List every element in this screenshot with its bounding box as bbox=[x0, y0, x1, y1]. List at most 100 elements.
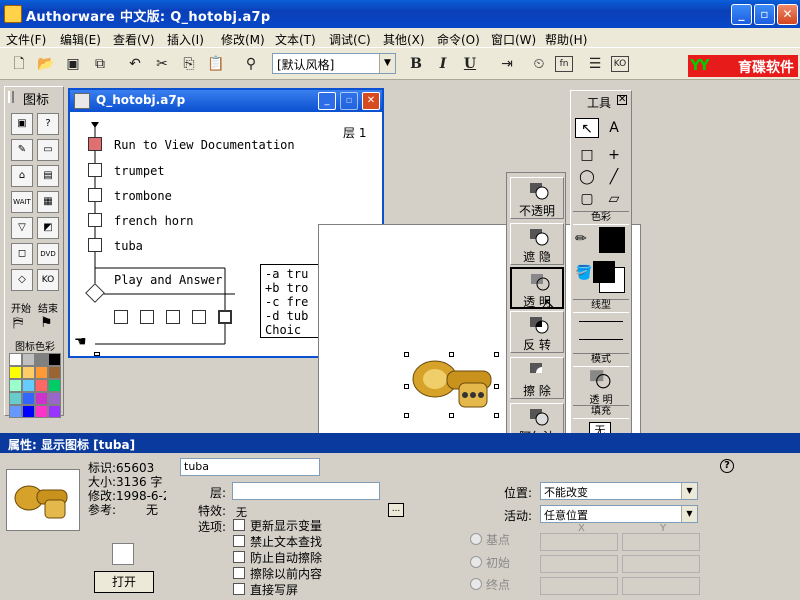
response-icon-selected[interactable] bbox=[218, 310, 232, 324]
menu-file[interactable]: 文件(F) bbox=[6, 31, 46, 48]
menu-command[interactable]: 命令(O) bbox=[437, 31, 480, 48]
icon-color-swatch[interactable] bbox=[35, 405, 48, 418]
icon-color-swatch[interactable] bbox=[48, 353, 61, 366]
display-icon[interactable]: ▣ bbox=[11, 113, 33, 135]
mode-opaque[interactable]: 不透明 bbox=[510, 177, 564, 219]
run-icon[interactable]: ⇥ bbox=[496, 53, 518, 75]
sound-icon[interactable]: ▦ bbox=[37, 191, 59, 213]
properties-header[interactable]: 属性: 显示图标 [tuba] bbox=[0, 433, 800, 453]
response-icon[interactable] bbox=[192, 310, 206, 324]
functions-icon[interactable]: fn bbox=[555, 56, 573, 72]
open-button[interactable]: 打开 bbox=[94, 571, 154, 593]
diagonal-line-tool-icon[interactable]: ╱ bbox=[602, 167, 626, 187]
foreground-color-swatch[interactable] bbox=[593, 261, 615, 283]
dvd-icon[interactable]: DVD bbox=[37, 243, 59, 265]
response-label[interactable]: -d tub bbox=[265, 309, 308, 323]
line-style-swatch[interactable] bbox=[579, 321, 623, 322]
flow-item-trombone[interactable]: trombone bbox=[114, 189, 172, 203]
icon-color-swatch[interactable] bbox=[35, 353, 48, 366]
import-icon[interactable]: ⧉ bbox=[89, 53, 111, 75]
knowledge-object-icon[interactable]: KO bbox=[37, 269, 59, 291]
icon-color-swatch[interactable] bbox=[22, 405, 35, 418]
update-variables-checkbox[interactable] bbox=[233, 519, 245, 531]
flow-item-french-horn[interactable]: french horn bbox=[114, 214, 193, 228]
menu-insert[interactable]: 插入(I) bbox=[167, 31, 204, 48]
selection-handle[interactable] bbox=[494, 384, 499, 389]
chevron-down-icon[interactable]: ▼ bbox=[681, 506, 697, 522]
direct-to-screen-checkbox[interactable] bbox=[233, 583, 245, 595]
icon-color-swatch[interactable] bbox=[35, 366, 48, 379]
icon-color-swatch[interactable] bbox=[9, 379, 22, 392]
selection-handle[interactable] bbox=[494, 352, 499, 357]
icon-color-swatch[interactable] bbox=[9, 392, 22, 405]
layer-field[interactable] bbox=[232, 482, 380, 500]
variables-icon[interactable]: ☰ bbox=[584, 53, 606, 75]
minimize-button[interactable]: _ bbox=[731, 4, 752, 25]
underline-button[interactable]: U bbox=[459, 53, 481, 75]
flowline-minimize-button[interactable]: _ bbox=[318, 92, 336, 110]
icon-color-swatch[interactable] bbox=[48, 392, 61, 405]
selection-handle[interactable] bbox=[404, 413, 409, 418]
effect-browse-button[interactable]: ... bbox=[388, 503, 404, 517]
tools-close-icon[interactable]: ✕ bbox=[617, 95, 627, 105]
maximize-button[interactable]: ▫ bbox=[754, 4, 775, 25]
selection-handle[interactable] bbox=[449, 352, 454, 357]
icon-color-swatch[interactable] bbox=[48, 405, 61, 418]
flow-item-trumpet[interactable]: trumpet bbox=[114, 164, 165, 178]
find-icon[interactable]: ⚲ bbox=[240, 53, 262, 75]
wait-icon[interactable]: WAIT bbox=[11, 191, 33, 213]
flow-item-run[interactable]: Run to View Documentation bbox=[114, 138, 295, 152]
rounded-rectangle-tool-icon[interactable]: ▢ bbox=[575, 189, 599, 209]
menu-window[interactable]: 窗口(W) bbox=[491, 31, 536, 48]
selection-handle[interactable] bbox=[494, 413, 499, 418]
text-tool-icon[interactable]: A bbox=[602, 118, 626, 138]
calculation-icon[interactable]: ▭ bbox=[37, 139, 59, 161]
icon-color-swatch[interactable] bbox=[9, 366, 22, 379]
menu-edit[interactable]: 编辑(E) bbox=[60, 31, 101, 48]
display-icon[interactable] bbox=[88, 188, 102, 202]
icon-color-swatch[interactable] bbox=[48, 366, 61, 379]
response-icon[interactable] bbox=[114, 310, 128, 324]
icon-color-swatch[interactable] bbox=[9, 405, 22, 418]
icon-color-swatch[interactable] bbox=[35, 379, 48, 392]
icon-color-swatch[interactable] bbox=[48, 379, 61, 392]
framework-icon[interactable]: ◻ bbox=[11, 243, 33, 265]
prevent-auto-erase-checkbox[interactable] bbox=[233, 551, 245, 563]
icon-color-swatch[interactable] bbox=[9, 353, 22, 366]
new-file-icon[interactable]: 🗋 bbox=[8, 53, 30, 75]
erase-previous-checkbox[interactable] bbox=[233, 567, 245, 579]
chevron-down-icon[interactable]: ▼ bbox=[379, 54, 395, 73]
menu-text[interactable]: 文本(T) bbox=[275, 31, 316, 48]
menu-debug[interactable]: 调试(C) bbox=[329, 31, 371, 48]
erase-icon[interactable]: ✎ bbox=[11, 139, 33, 161]
copy-icon[interactable]: ⎘ bbox=[178, 53, 200, 75]
response-label[interactable]: -c fre bbox=[265, 295, 308, 309]
map-icon[interactable]: ⌂ bbox=[11, 165, 33, 187]
style-select[interactable]: [默认风格] ▼ bbox=[272, 53, 396, 74]
save-all-icon[interactable]: ▣ bbox=[62, 53, 84, 75]
mode-matted[interactable]: 遮 隐 bbox=[510, 223, 564, 265]
cut-icon[interactable]: ✂ bbox=[151, 53, 173, 75]
display-icon[interactable] bbox=[88, 213, 102, 227]
straight-line-tool-icon[interactable]: + bbox=[602, 145, 626, 165]
line-style-swatch[interactable] bbox=[579, 339, 623, 340]
digital-movie-icon[interactable]: ▤ bbox=[37, 165, 59, 187]
current-mode-icon[interactable] bbox=[589, 369, 611, 389]
chevron-down-icon[interactable]: ▼ bbox=[681, 483, 697, 499]
knowledge-objects-icon[interactable]: KO bbox=[611, 56, 629, 72]
icon-color-swatch[interactable] bbox=[22, 353, 35, 366]
paste-hand-icon[interactable]: ☚ bbox=[74, 334, 87, 350]
response-icon[interactable] bbox=[140, 310, 154, 324]
menu-other[interactable]: 其他(X) bbox=[383, 31, 425, 48]
icon-color-swatch[interactable] bbox=[35, 392, 48, 405]
response-label[interactable]: Choic bbox=[265, 323, 301, 337]
start-flag-icon[interactable]: ⛿ bbox=[13, 315, 23, 331]
motion-icon[interactable]: ? bbox=[37, 113, 59, 135]
menu-view[interactable]: 查看(V) bbox=[113, 31, 155, 48]
response-label[interactable]: +b tro bbox=[265, 281, 308, 295]
undo-icon[interactable]: ↶ bbox=[124, 53, 146, 75]
selection-handle[interactable] bbox=[404, 352, 409, 357]
pointer-tool-icon[interactable]: ↖ bbox=[575, 118, 599, 138]
close-button[interactable]: ✕ bbox=[777, 4, 798, 25]
control-panel-icon[interactable]: ⏲ bbox=[528, 53, 550, 75]
